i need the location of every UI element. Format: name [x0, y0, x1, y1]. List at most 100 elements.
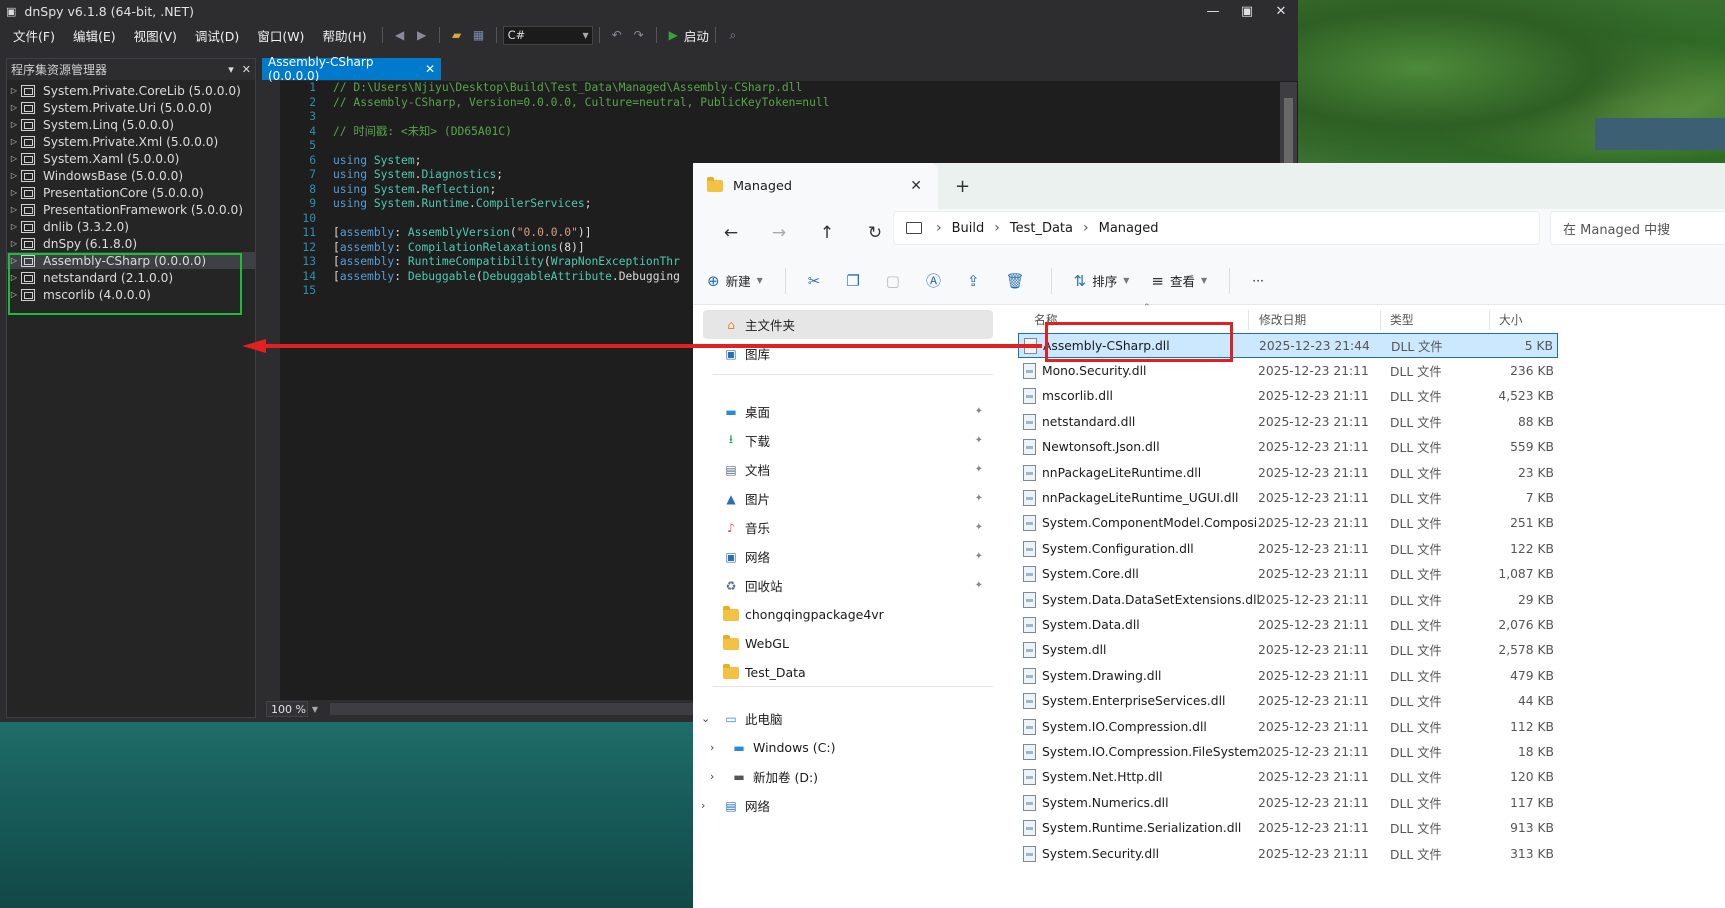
rename-icon[interactable]: Ⓐ: [926, 270, 941, 291]
up-button[interactable]: ↑: [803, 223, 851, 243]
tree-item[interactable]: ▷ PresentationCore (5.0.0.0): [7, 184, 255, 201]
refresh-button[interactable]: ↻: [851, 223, 899, 243]
nav-quick-item[interactable]: ♻ 回收站 ✦: [703, 571, 993, 600]
expand-arrow-icon[interactable]: ▷: [7, 239, 21, 248]
breadcrumb-test-data[interactable]: Test_Data: [1010, 221, 1073, 236]
editor-horizontal-scrollbar[interactable]: [330, 703, 730, 715]
tree-item[interactable]: ▷ System.Linq (5.0.0.0): [7, 116, 255, 133]
file-row[interactable]: Newtonsoft.Json.dll 2025-12-23 21:11 DLL 文…: [1018, 435, 1558, 460]
menu-debug[interactable]: 调试(D): [186, 26, 248, 45]
nav-folder-item[interactable]: WebGL: [703, 629, 993, 658]
tree-item[interactable]: ▷ System.Private.Xml (5.0.0.0): [7, 133, 255, 150]
menu-window[interactable]: 窗口(W): [248, 26, 313, 45]
file-row[interactable]: System.IO.Compression.FileSystem.dll 2025…: [1018, 739, 1558, 764]
file-row[interactable]: System.Security.dll 2025-12-23 21:11 DLL 文…: [1018, 841, 1558, 866]
cut-icon[interactable]: ✂: [808, 272, 821, 290]
breadcrumb-managed[interactable]: Managed: [1099, 221, 1159, 236]
file-row[interactable]: System.IO.Compression.dll 2025-12-23 21:1…: [1018, 714, 1558, 739]
expand-arrow-icon[interactable]: ▷: [7, 171, 21, 180]
tree-item[interactable]: ▷ dnSpy (6.1.8.0): [7, 235, 255, 252]
expand-arrow-icon[interactable]: ▷: [7, 137, 21, 146]
search-box[interactable]: 在 Managed 中搜: [1550, 211, 1725, 245]
file-row[interactable]: mscorlib.dll 2025-12-23 21:11 DLL 文件 4,523 …: [1018, 384, 1558, 409]
expand-arrow-icon[interactable]: ▷: [7, 86, 21, 95]
nav-drive-c[interactable]: › ▬ Windows (C:): [703, 733, 993, 762]
menu-help[interactable]: 帮助(H): [313, 26, 375, 45]
address-bar[interactable]: › Build › Test_Data › Managed: [893, 211, 1540, 245]
nav-home[interactable]: ⌂ 主文件夹: [703, 310, 993, 339]
forward-button[interactable]: →: [755, 223, 803, 243]
file-row[interactable]: System.Net.Http.dll 2025-12-23 21:11 DLL 文…: [1018, 765, 1558, 790]
file-row[interactable]: System.Data.DataSetExtensions.dll 2025-12…: [1018, 587, 1558, 612]
nav-quick-item[interactable]: ♪ 音乐 ✦: [703, 513, 993, 542]
tree-item[interactable]: ▷ System.Xaml (5.0.0.0): [7, 150, 255, 167]
pane-close-icon[interactable]: ✕: [242, 63, 251, 76]
expand-arrow-icon[interactable]: ▷: [7, 222, 21, 231]
minimize-button[interactable]: —: [1196, 0, 1230, 22]
open-icon[interactable]: ▰: [446, 28, 468, 42]
nav-quick-item[interactable]: ⭳ 下载 ✦: [703, 426, 993, 455]
nav-quick-item[interactable]: ▬ 桌面 ✦: [703, 397, 993, 426]
maximize-button[interactable]: ▣: [1230, 0, 1264, 22]
nav-folder-item[interactable]: Test_Data: [703, 658, 993, 687]
tree-item[interactable]: ▷ PresentationFramework (5.0.0.0): [7, 201, 255, 218]
nav-folder-item[interactable]: chongqingpackage4vr: [703, 600, 993, 629]
close-tab-icon[interactable]: ✕: [910, 178, 922, 194]
tree-item[interactable]: ▷ System.Private.CoreLib (5.0.0.0): [7, 82, 255, 99]
new-tab-button[interactable]: +: [955, 176, 970, 197]
nav-quick-item[interactable]: ▣ 网络 ✦: [703, 542, 993, 571]
back-button[interactable]: ←: [707, 223, 755, 243]
tab-close-icon[interactable]: ✕: [425, 62, 435, 76]
tab-managed[interactable]: Managed ✕: [693, 163, 938, 209]
close-button[interactable]: ✕: [1264, 0, 1298, 22]
file-row[interactable]: System.Numerics.dll 2025-12-23 21:11 DLL 文…: [1018, 790, 1558, 815]
view-button[interactable]: ≡ 查看 ▼: [1151, 271, 1207, 290]
file-row[interactable]: Mono.Security.dll 2025-12-23 21:11 DLL 文件 2…: [1018, 358, 1558, 383]
nav-quick-item[interactable]: ▲ 图片 ✦: [703, 484, 993, 513]
search-icon[interactable]: ⌕: [722, 28, 744, 43]
file-row[interactable]: System.dll 2025-12-23 21:11 DLL 文件 2,578 KB: [1018, 638, 1558, 663]
column-date[interactable]: 修改日期: [1259, 306, 1306, 332]
new-button[interactable]: ⊕ 新建 ▼: [707, 271, 763, 290]
tree-item[interactable]: ▷ System.Private.Uri (5.0.0.0): [7, 99, 255, 116]
menu-file[interactable]: 文件(F): [4, 26, 64, 45]
file-row[interactable]: System.Runtime.Serialization.dll 2025-12-…: [1018, 816, 1558, 841]
expand-arrow-icon[interactable]: ▷: [7, 154, 21, 163]
file-row[interactable]: System.Data.dll 2025-12-23 21:11 DLL 文件 2,0…: [1018, 612, 1558, 637]
sort-button[interactable]: ⇅ 排序 ▼: [1074, 271, 1130, 290]
expand-arrow-icon[interactable]: ▷: [7, 205, 21, 214]
open-list-icon[interactable]: ▦: [468, 28, 490, 42]
file-row[interactable]: System.EnterpriseServices.dll 2025-12-23 …: [1018, 689, 1558, 714]
paste-icon[interactable]: ▢: [886, 272, 900, 290]
menu-edit[interactable]: 编辑(E): [64, 26, 125, 45]
language-select[interactable]: C# ▼: [502, 25, 593, 45]
menu-view[interactable]: 视图(V): [125, 26, 186, 45]
file-row[interactable]: nnPackageLiteRuntime_UGUI.dll 2025-12-23 …: [1018, 485, 1558, 510]
tab-assembly-csharp[interactable]: Assembly-CSharp (0.0.0.0) ✕: [262, 55, 441, 83]
back-icon[interactable]: ◀: [389, 28, 411, 42]
redo-icon[interactable]: ↷: [628, 28, 650, 42]
file-row[interactable]: System.Configuration.dll 2025-12-23 21:11…: [1018, 536, 1558, 561]
file-row[interactable]: nnPackageLiteRuntime.dll 2025-12-23 21:11…: [1018, 460, 1558, 485]
nav-quick-item[interactable]: ▤ 文档 ✦: [703, 455, 993, 484]
zoom-select[interactable]: 100 %: [266, 701, 308, 717]
file-row[interactable]: netstandard.dll 2025-12-23 21:11 DLL 文件 88 …: [1018, 409, 1558, 434]
chevron-down-icon[interactable]: ▼: [308, 705, 322, 714]
column-type[interactable]: 类型: [1390, 306, 1414, 332]
breadcrumb-build[interactable]: Build: [952, 221, 985, 236]
file-row[interactable]: System.Core.dll 2025-12-23 21:11 DLL 文件 1,0…: [1018, 562, 1558, 587]
pane-menu-icon[interactable]: ▾: [228, 63, 234, 76]
undo-icon[interactable]: ↶: [606, 28, 628, 42]
file-row[interactable]: System.Drawing.dll 2025-12-23 21:11 DLL 文件…: [1018, 663, 1558, 688]
tree-item[interactable]: ▷ WindowsBase (5.0.0.0): [7, 167, 255, 184]
expand-arrow-icon[interactable]: ▷: [7, 120, 21, 129]
start-button[interactable]: ▶ 启动: [669, 26, 709, 45]
share-icon[interactable]: ⇪: [967, 272, 980, 290]
expand-arrow-icon[interactable]: ▷: [7, 103, 21, 112]
nav-network[interactable]: › ▤ 网络: [701, 791, 993, 820]
nav-drive-d[interactable]: › ▬ 新加卷 (D:): [703, 762, 993, 791]
more-button[interactable]: ···: [1252, 273, 1264, 288]
nav-this-pc[interactable]: ⌄ ▭ 此电脑: [701, 704, 993, 733]
column-size[interactable]: 大小: [1499, 306, 1523, 332]
expand-arrow-icon[interactable]: ▷: [7, 188, 21, 197]
